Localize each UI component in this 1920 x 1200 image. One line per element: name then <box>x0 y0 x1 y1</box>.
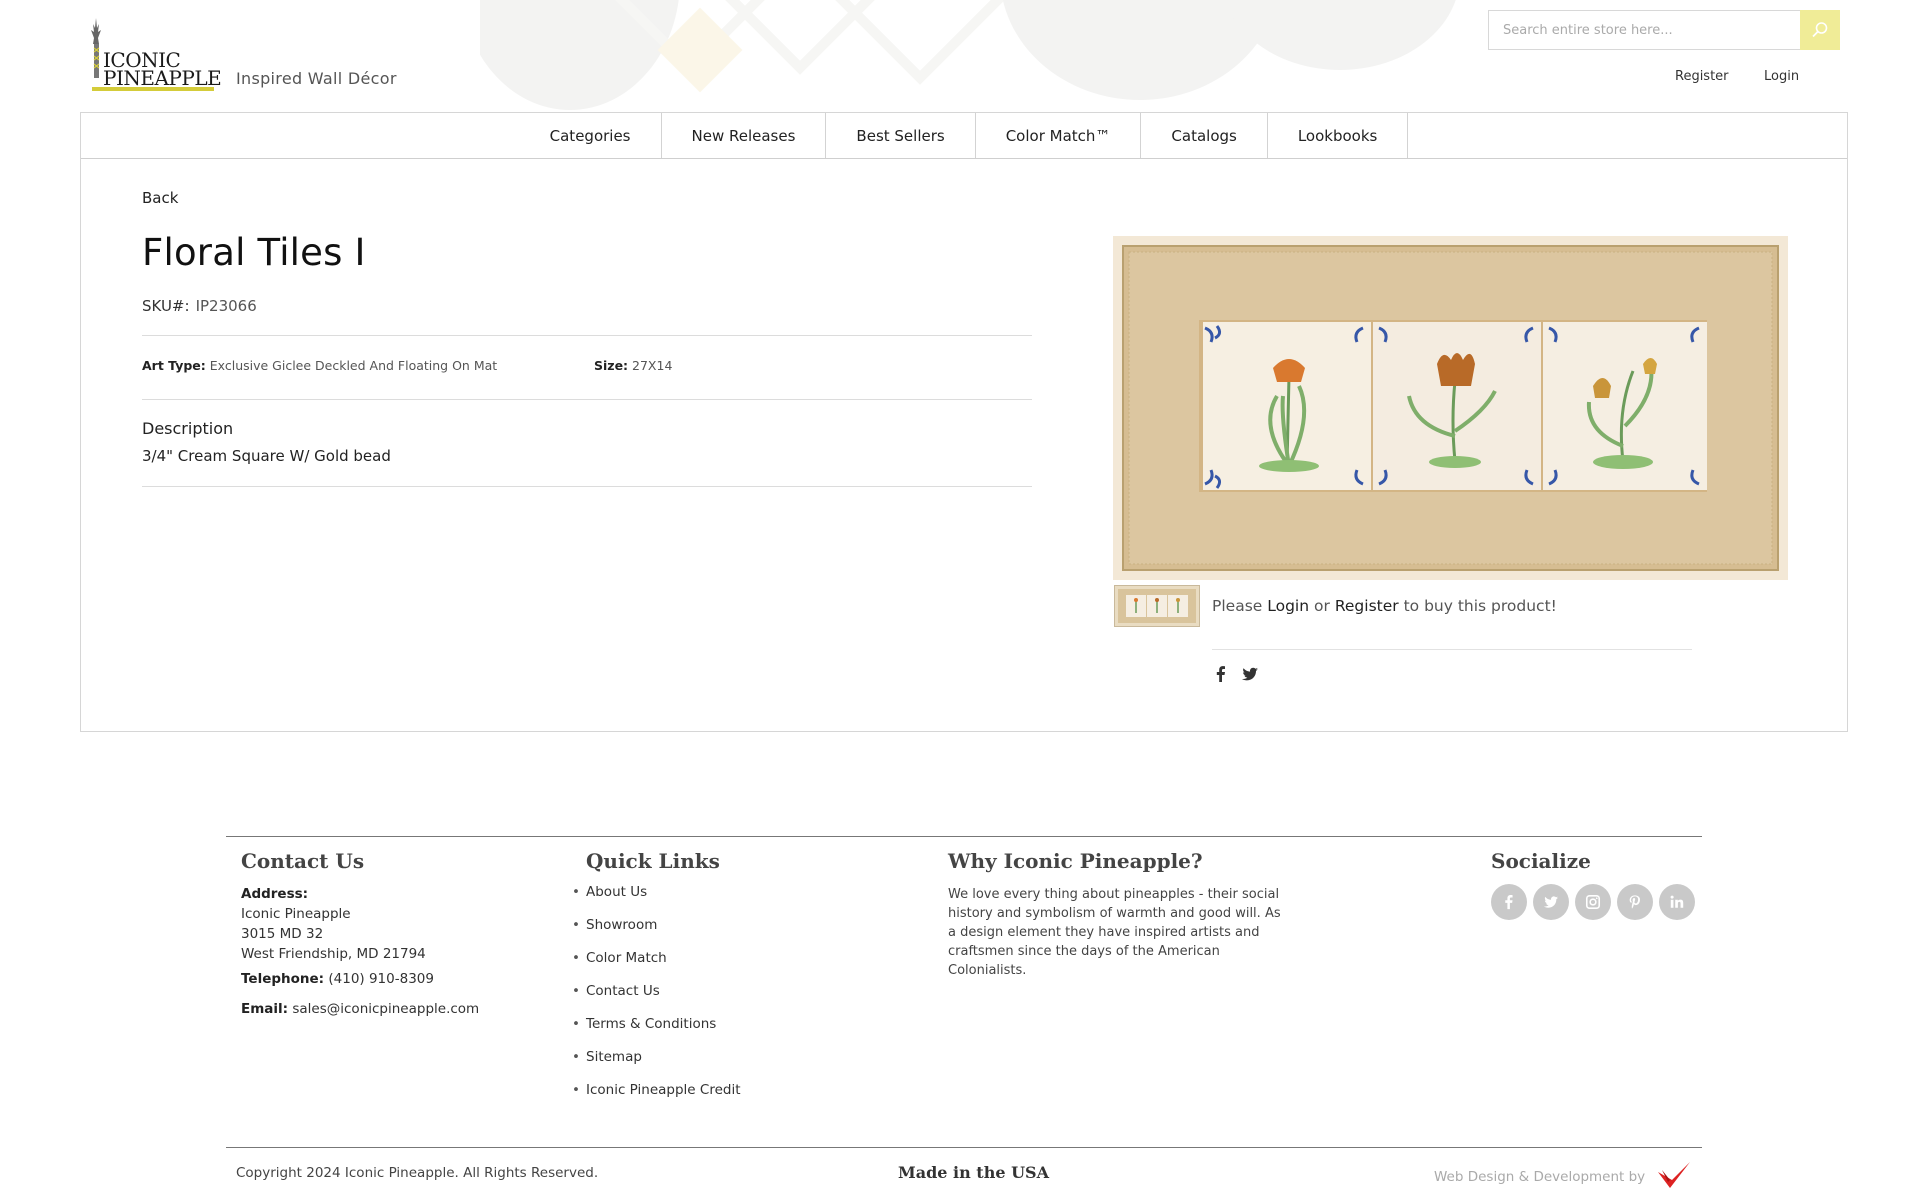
address-line: 3015 MD 32 <box>241 926 324 942</box>
art-type: Art Type: Exclusive Giclee Deckled And F… <box>142 358 497 373</box>
description-heading: Description <box>142 419 234 438</box>
back-link[interactable]: Back <box>142 189 178 207</box>
divider <box>142 486 1032 487</box>
telephone: Telephone: (410) 910-8309 <box>241 971 434 987</box>
login-link[interactable]: Login <box>1764 69 1799 84</box>
nav-best-sellers[interactable]: Best Sellers <box>826 113 976 158</box>
contact-heading: Contact Us <box>241 849 365 873</box>
footer-link-about-us[interactable]: About Us <box>572 884 647 900</box>
buy-login-link[interactable]: Login <box>1267 597 1309 615</box>
made-in-usa: Made in the USA <box>898 1163 1049 1182</box>
nav-lookbooks[interactable]: Lookbooks <box>1268 113 1409 158</box>
main-navigation: Categories New Releases Best Sellers Col… <box>81 113 1847 159</box>
nav-new-releases[interactable]: New Releases <box>662 113 827 158</box>
social-facebook-button[interactable] <box>1491 884 1527 920</box>
search-box <box>1488 10 1840 50</box>
social-instagram-button[interactable] <box>1575 884 1611 920</box>
footer-link-showroom[interactable]: Showroom <box>572 917 657 933</box>
instagram-icon <box>1585 894 1601 910</box>
email-label: Email: <box>241 1001 289 1017</box>
developer-credit[interactable]: Web Design & Development by <box>1434 1169 1645 1185</box>
nav-color-match[interactable]: Color Match™ <box>976 113 1142 158</box>
description-text: 3/4" Cream Square W/ Gold bead <box>142 447 391 465</box>
copyright-text: Copyright 2024 Iconic Pineapple. All Rig… <box>236 1165 599 1181</box>
art-type-label: Art Type: <box>142 358 206 373</box>
art-type-value: Exclusive Giclee Deckled And Floating On… <box>209 358 498 373</box>
product-image[interactable] <box>1113 236 1788 580</box>
quick-links-heading: Quick Links <box>586 849 720 873</box>
size-value: 27X14 <box>632 358 673 373</box>
search-input[interactable] <box>1489 11 1801 49</box>
buy-or: or <box>1314 597 1330 615</box>
address-line: West Friendship, MD 21794 <box>241 946 426 962</box>
register-link[interactable]: Register <box>1675 69 1729 84</box>
divider <box>1212 649 1692 650</box>
footer-link-credit[interactable]: Iconic Pineapple Credit <box>572 1082 740 1098</box>
social-twitter-button[interactable] <box>1533 884 1569 920</box>
nav-catalogs[interactable]: Catalogs <box>1141 113 1268 158</box>
linkedin-icon <box>1670 895 1684 908</box>
pineapple-logo-icon <box>91 18 101 78</box>
twitter-icon <box>1543 896 1559 908</box>
social-linkedin-button[interactable] <box>1659 884 1695 920</box>
footer-top-rule <box>226 836 1702 837</box>
product-title: Floral Tiles I <box>142 231 366 274</box>
address-line: Iconic Pineapple <box>241 906 351 922</box>
socialize-heading: Socialize <box>1491 849 1591 873</box>
developer-logo-icon[interactable] <box>1656 1158 1692 1194</box>
purchase-prompt: Please Login or Register to buy this pro… <box>1212 597 1557 615</box>
product-thumbnail[interactable] <box>1114 585 1200 627</box>
address-label-text: Address: <box>241 886 309 902</box>
size-label: Size: <box>594 358 629 373</box>
footer-link-contact-us[interactable]: Contact Us <box>572 983 660 999</box>
facebook-icon <box>1505 894 1513 910</box>
product-sku: SKU#: IP23066 <box>142 297 257 315</box>
footer-link-terms[interactable]: Terms & Conditions <box>572 1016 716 1032</box>
buy-prefix: Please <box>1212 597 1263 615</box>
product-container: Categories New Releases Best Sellers Col… <box>80 112 1848 732</box>
search-icon <box>1812 22 1828 38</box>
pinterest-icon <box>1629 895 1641 909</box>
sku-value: IP23066 <box>195 297 257 315</box>
site-tagline: Inspired Wall Décor <box>236 69 397 88</box>
divider <box>142 335 1032 336</box>
logo-underline <box>92 87 214 91</box>
email-link[interactable]: sales@iconicpineapple.com <box>292 1001 479 1017</box>
search-button[interactable] <box>1800 10 1840 50</box>
divider <box>142 399 1032 400</box>
telephone-value[interactable]: (410) 910-8309 <box>328 971 434 987</box>
buy-register-link[interactable]: Register <box>1335 597 1399 615</box>
social-pinterest-button[interactable] <box>1617 884 1653 920</box>
why-heading: Why Iconic Pineapple? <box>948 849 1203 873</box>
facebook-icon[interactable] <box>1212 665 1230 683</box>
telephone-label: Telephone: <box>241 971 325 987</box>
sku-label: SKU#: <box>142 297 190 315</box>
thumbnail-image <box>1118 589 1196 623</box>
footer-link-sitemap[interactable]: Sitemap <box>572 1049 642 1065</box>
buy-suffix: to buy this product! <box>1403 597 1557 615</box>
email: Email: sales@iconicpineapple.com <box>241 1001 479 1017</box>
footer-link-color-match[interactable]: Color Match <box>572 950 667 966</box>
address-label: Address: <box>241 886 308 902</box>
size: Size: 27X14 <box>594 358 672 373</box>
footer-bottom-rule <box>226 1147 1702 1148</box>
tile-artwork <box>1199 320 1707 492</box>
why-text: We love every thing about pineapples - t… <box>948 887 1281 978</box>
site-logo[interactable]: ICONIC PINEAPPLE <box>88 14 222 91</box>
nav-categories[interactable]: Categories <box>520 113 662 158</box>
twitter-icon[interactable] <box>1241 665 1259 683</box>
header-background-pattern <box>480 0 1480 110</box>
